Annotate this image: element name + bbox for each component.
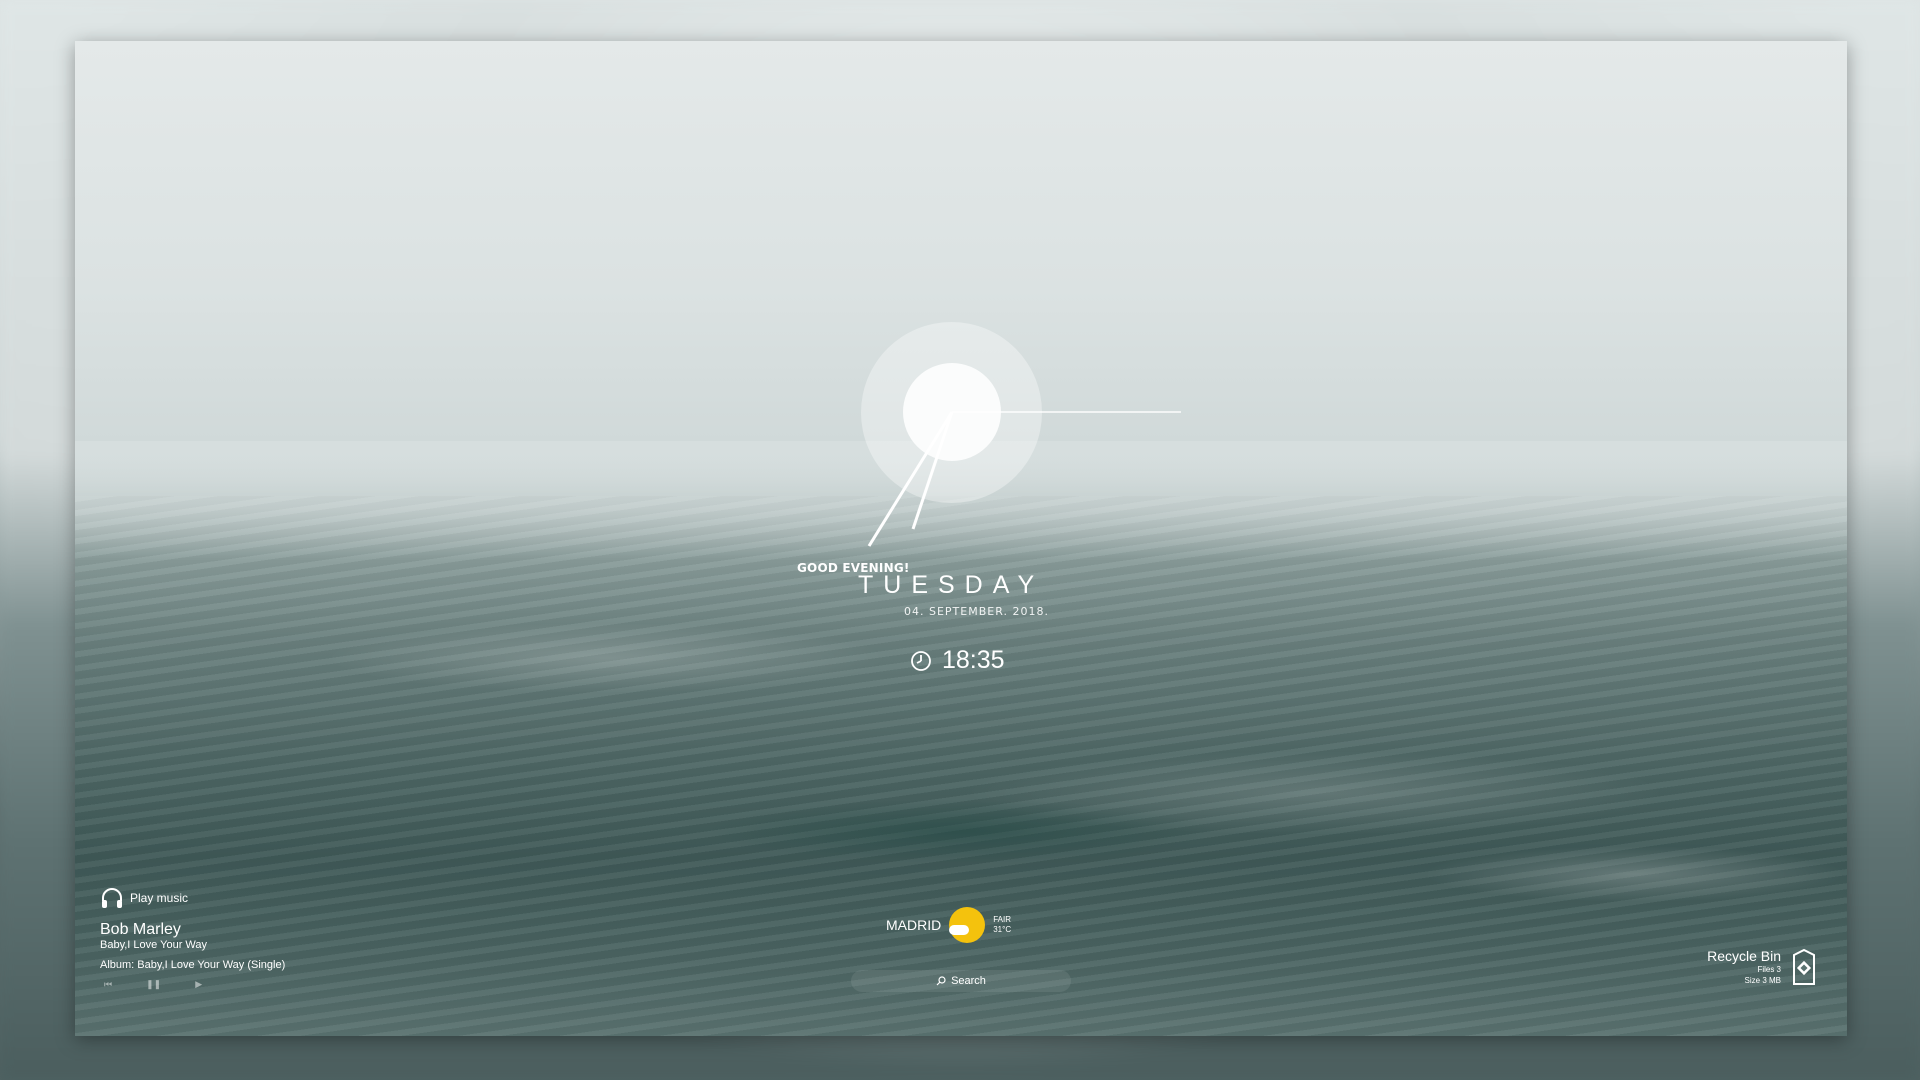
weather-city: MADRID	[886, 917, 942, 933]
clock-minute-hand	[867, 411, 954, 547]
clock-hands	[867, 411, 1181, 547]
date-text: 04. SEPTEMBER. 2018.	[904, 605, 1049, 618]
music-album: Album: Baby,I Love Your Way (Single)	[100, 959, 286, 971]
recycle-bin-widget[interactable]: Recycle Bin Files 3 Size 3 MB	[1707, 947, 1817, 987]
recycle-bin-title: Recycle Bin	[1707, 948, 1781, 964]
recycle-bin-icon[interactable]	[1791, 947, 1817, 987]
music-artist: Bob Marley	[100, 921, 181, 938]
day-name: TUESDAY	[858, 571, 1045, 599]
search-label: Search	[951, 975, 986, 987]
play-music-label: Play music	[130, 891, 189, 905]
time-text: 18:35	[942, 646, 1005, 674]
search-box[interactable]: Search	[851, 970, 1071, 992]
recycle-bin-info: Recycle Bin Files 3 Size 3 MB	[1707, 948, 1781, 986]
pause-icon[interactable]: ❚❚	[146, 979, 161, 990]
previous-icon[interactable]: ⏮	[104, 979, 112, 990]
music-controls: ⏮ ❚❚ ▶	[100, 979, 285, 990]
desktop-screen: GOOD EVENING! TUESDAY 04. SEPTEMBER. 201…	[75, 41, 1847, 1036]
clock-hour-hand	[911, 411, 954, 530]
recycle-bin-size: Size 3 MB	[1744, 976, 1781, 985]
weather-temperature: 31°C	[993, 925, 1012, 934]
next-icon[interactable]: ▶	[195, 979, 202, 990]
play-music-button[interactable]: Play music	[100, 887, 285, 909]
weather-details: FAIR 31°C	[993, 915, 1011, 935]
clock-icon	[911, 650, 931, 671]
music-widget: Play music Bob Marley Baby,I Love Your W…	[100, 887, 285, 990]
weather-widget[interactable]: MADRID FAIR 31°C	[886, 907, 1011, 943]
cloud-icon	[949, 925, 970, 935]
music-track: Baby,I Love Your Way	[100, 939, 208, 951]
sun-cloud-icon	[949, 907, 986, 943]
weather-condition: FAIR	[993, 915, 1012, 924]
time-widget: 18:35	[910, 646, 1005, 675]
search-icon	[936, 976, 946, 986]
recycle-bin-files: Files 3	[1757, 965, 1781, 974]
headphones-icon	[102, 888, 122, 908]
